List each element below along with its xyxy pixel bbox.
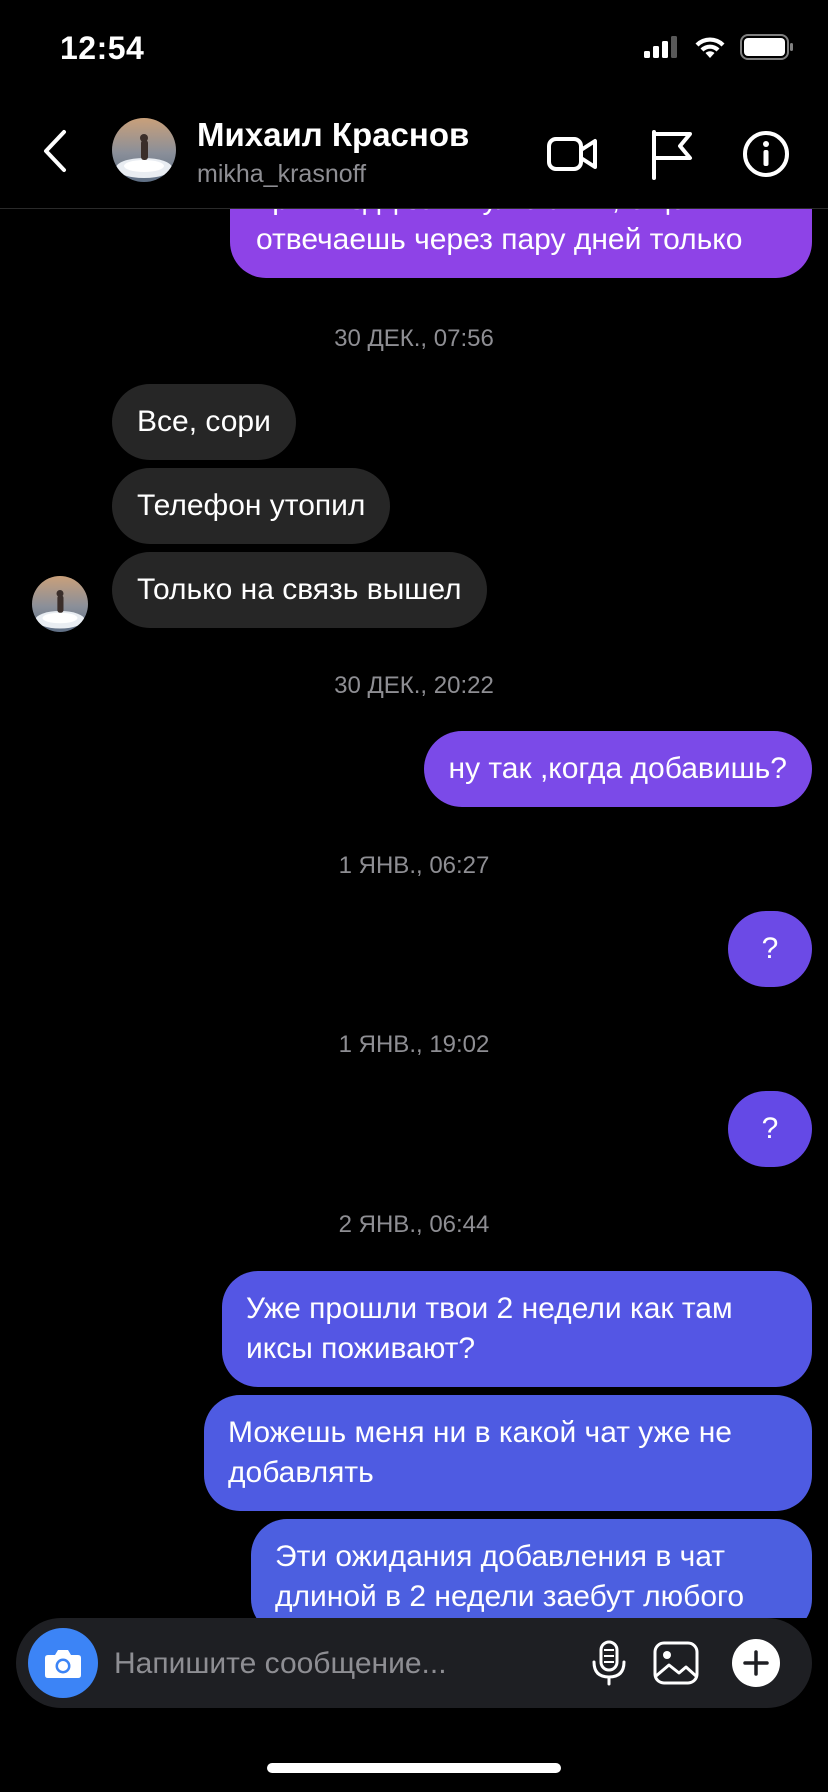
avatar-photo — [112, 118, 176, 182]
flag-icon[interactable] — [644, 126, 700, 182]
status-icons — [644, 34, 794, 60]
gallery-icon[interactable] — [651, 1638, 701, 1688]
contact-username[interactable]: mikha_krasnoff — [197, 160, 366, 189]
outgoing-message[interactable]: ? — [728, 911, 812, 987]
incoming-message[interactable]: Телефон утопил — [112, 468, 391, 544]
info-icon[interactable] — [738, 126, 794, 182]
contact-name[interactable]: Михаил Краснов — [197, 116, 469, 154]
outgoing-message[interactable]: Эти ожидания добавления в чат длиной в 2… — [251, 1519, 812, 1618]
timestamp: 30 ДЕК., 20:22 — [334, 672, 494, 699]
status-bar: 12:54 — [0, 0, 828, 100]
camera-icon — [45, 1650, 81, 1678]
signal-icon — [644, 36, 677, 58]
timestamp: 2 ЯНВ., 06:44 — [338, 1211, 490, 1238]
status-time: 12:54 — [60, 30, 145, 66]
outgoing-message[interactable]: Уже прошли твои 2 недели как там иксы по… — [222, 1271, 812, 1387]
wifi-icon — [695, 37, 725, 58]
chat-header: Михаил Краснов mikha_krasnoff — [0, 100, 828, 209]
outgoing-message[interactable]: Можешь меня ни в какой чат уже не добавл… — [204, 1395, 812, 1511]
incoming-message[interactable]: Все, сори — [112, 384, 296, 460]
sender-avatar[interactable] — [32, 576, 88, 632]
battery-icon — [740, 34, 793, 60]
timestamp: 30 ДЕК., 07:56 — [334, 325, 494, 352]
home-indicator[interactable] — [267, 1763, 561, 1773]
message-composer — [16, 1618, 812, 1708]
timestamp: 1 ЯНВ., 19:02 — [338, 1031, 490, 1058]
microphone-icon[interactable] — [584, 1638, 634, 1688]
message-input[interactable] — [112, 1640, 496, 1688]
outgoing-message[interactable]: ну так ,когда добавишь? — [423, 731, 812, 807]
outgoing-message[interactable]: прям пздц затянул с этим, еще и отвечаеш… — [230, 208, 812, 278]
plus-icon[interactable] — [731, 1638, 781, 1688]
incoming-message[interactable]: Только на связь вышел — [112, 552, 487, 628]
message-list[interactable]: прям пздц затянул с этим, еще и отвечаеш… — [0, 208, 828, 1618]
video-call-icon[interactable] — [544, 126, 600, 182]
outgoing-message[interactable]: ? — [728, 1091, 812, 1167]
avatar-photo — [32, 576, 88, 632]
timestamp: 1 ЯНВ., 06:27 — [338, 852, 490, 879]
camera-button[interactable] — [28, 1628, 98, 1698]
avatar[interactable] — [112, 118, 176, 182]
back-icon[interactable] — [36, 126, 76, 176]
